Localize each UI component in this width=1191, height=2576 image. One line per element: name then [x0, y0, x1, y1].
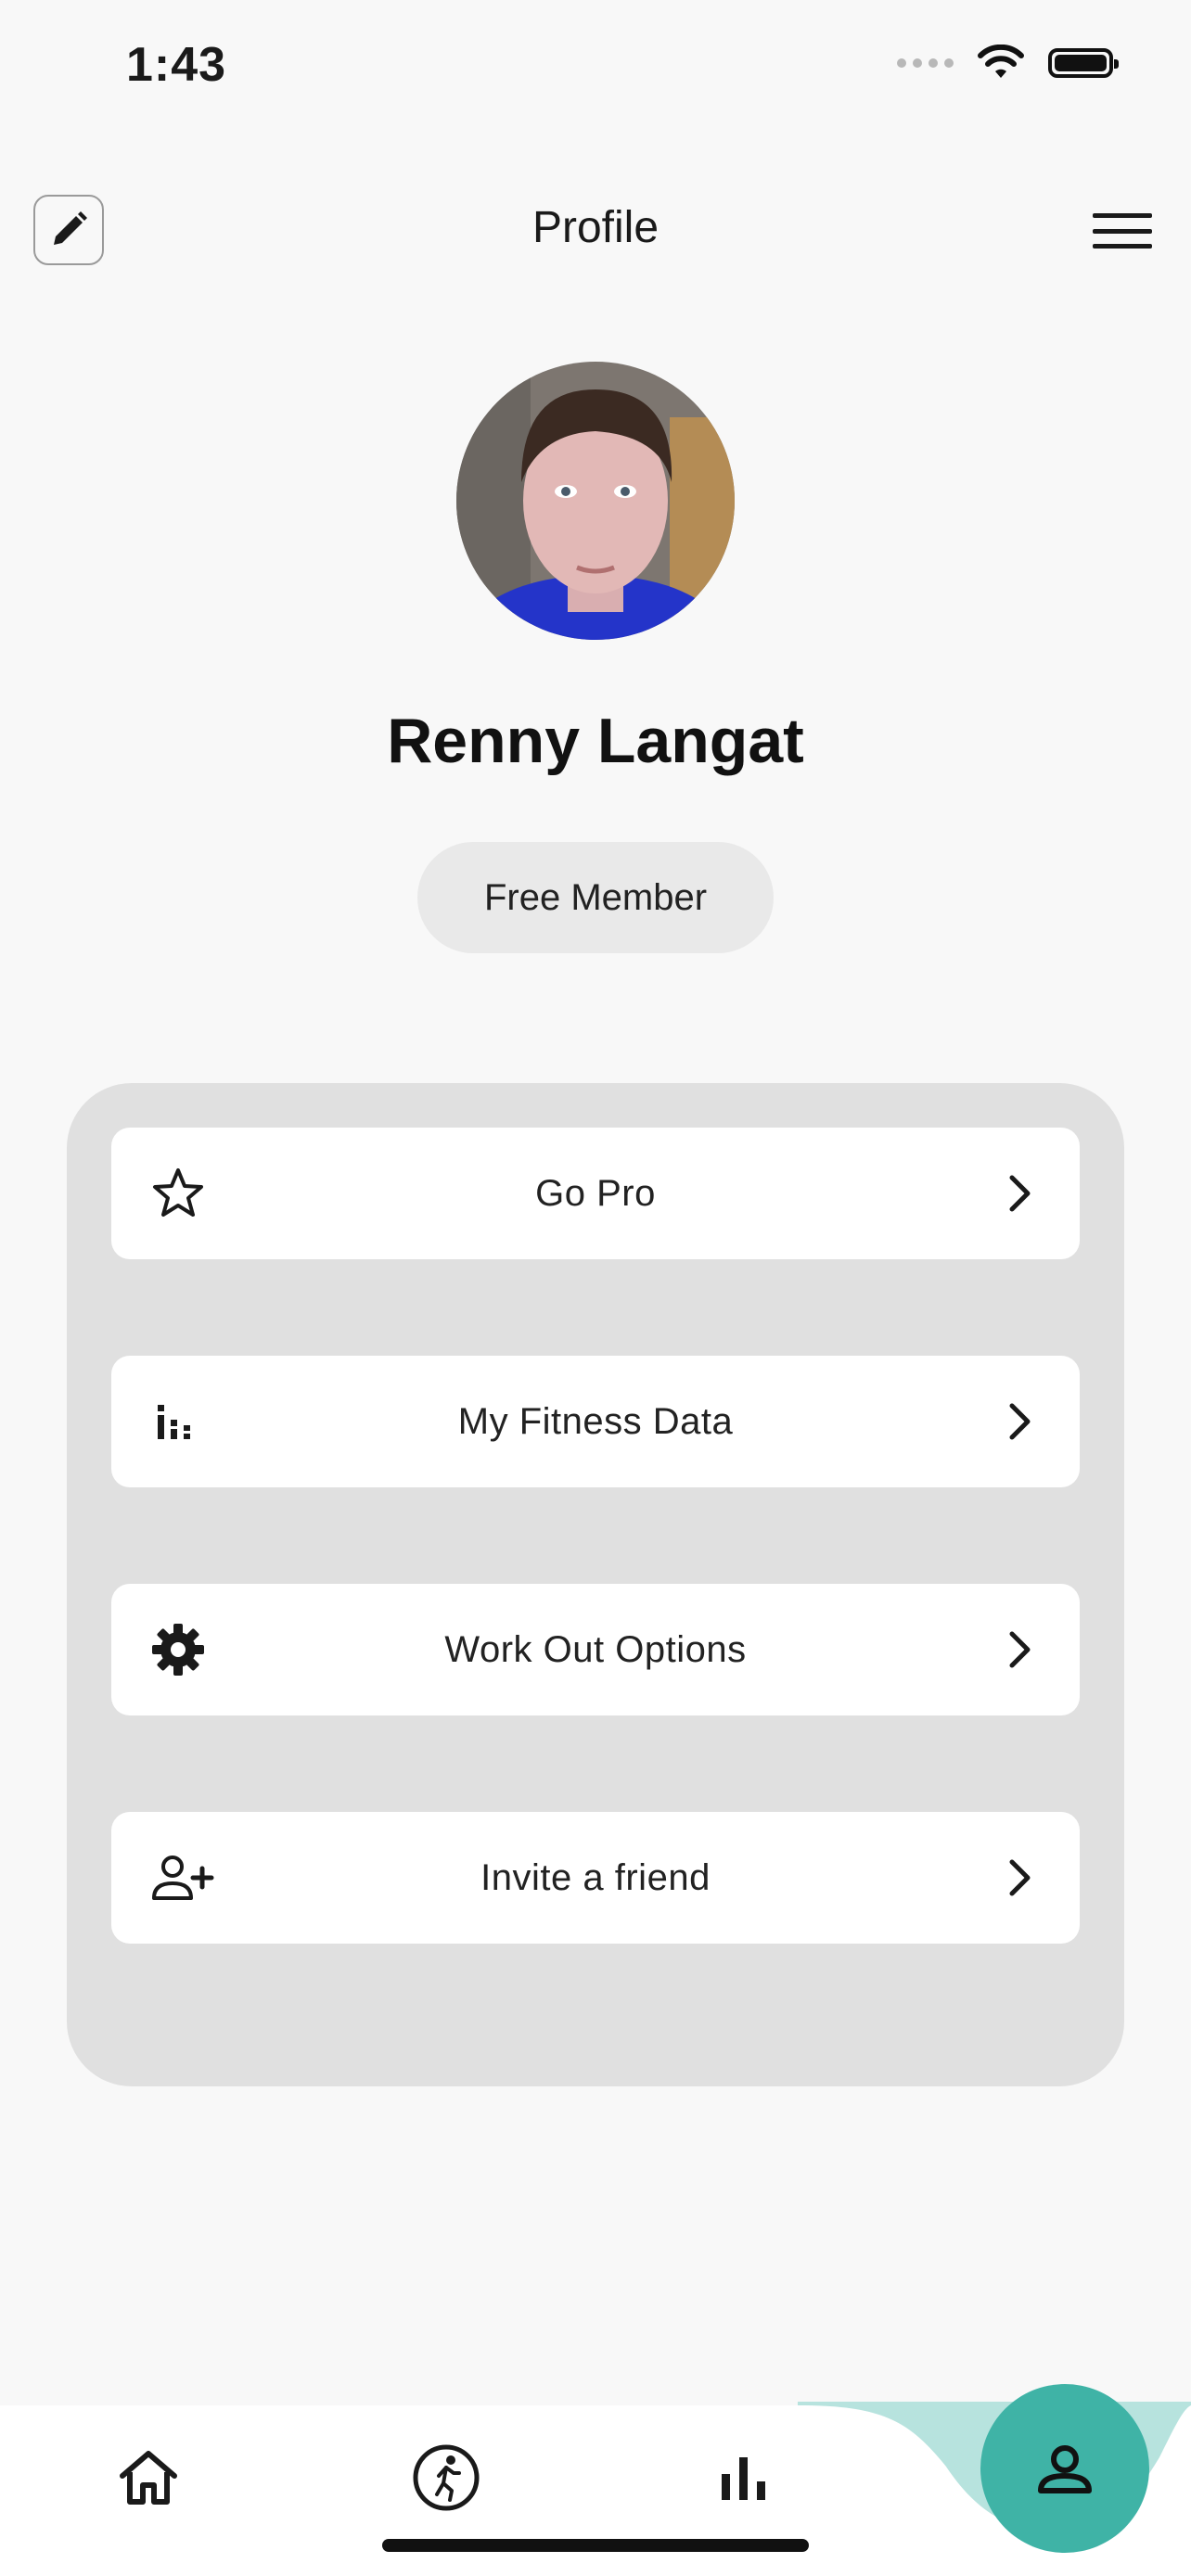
nav-workout[interactable]	[409, 2441, 483, 2515]
nav-stats[interactable]	[707, 2441, 781, 2515]
chevron-right-icon	[1009, 1175, 1031, 1212]
run-icon	[413, 2444, 480, 2511]
chevron-right-icon	[1009, 1631, 1031, 1668]
options-panel: Go Pro My Fitness Data Work Out Options …	[67, 1083, 1124, 2086]
fitness-data-option[interactable]: My Fitness Data	[111, 1356, 1080, 1487]
chart-bars-icon	[150, 1394, 206, 1449]
home-indicator	[382, 2539, 809, 2552]
stats-icon	[722, 2457, 765, 2500]
menu-icon	[1093, 213, 1152, 218]
status-time: 1:43	[126, 38, 227, 92]
nav-home[interactable]	[111, 2441, 186, 2515]
profile-icon	[1038, 2445, 1092, 2493]
workout-options-option[interactable]: Work Out Options	[111, 1584, 1080, 1715]
wifi-icon	[978, 45, 1024, 78]
add-person-icon	[150, 1850, 217, 1906]
chevron-right-icon	[1009, 1403, 1031, 1440]
invite-friend-option[interactable]: Invite a friend	[111, 1812, 1080, 1944]
user-name: Renny Langat	[387, 706, 804, 776]
signal-icon	[897, 58, 954, 68]
fitness-data-label: My Fitness Data	[457, 1400, 734, 1442]
status-icons	[897, 45, 1119, 82]
nav-profile[interactable]	[980, 2384, 1149, 2553]
go-pro-label: Go Pro	[535, 1172, 656, 1214]
home-icon	[120, 2451, 177, 2505]
menu-button[interactable]	[1093, 206, 1152, 256]
invite-friend-label: Invite a friend	[480, 1856, 711, 1898]
workout-options-label: Work Out Options	[444, 1628, 747, 1670]
page-title: Profile	[531, 203, 660, 252]
chevron-right-icon	[1009, 1859, 1031, 1896]
star-icon	[150, 1166, 206, 1221]
membership-badge: Free Member	[417, 842, 774, 953]
battery-icon	[1048, 48, 1119, 78]
gear-icon	[150, 1622, 206, 1677]
go-pro-option[interactable]: Go Pro	[111, 1128, 1080, 1259]
avatar	[456, 362, 735, 640]
